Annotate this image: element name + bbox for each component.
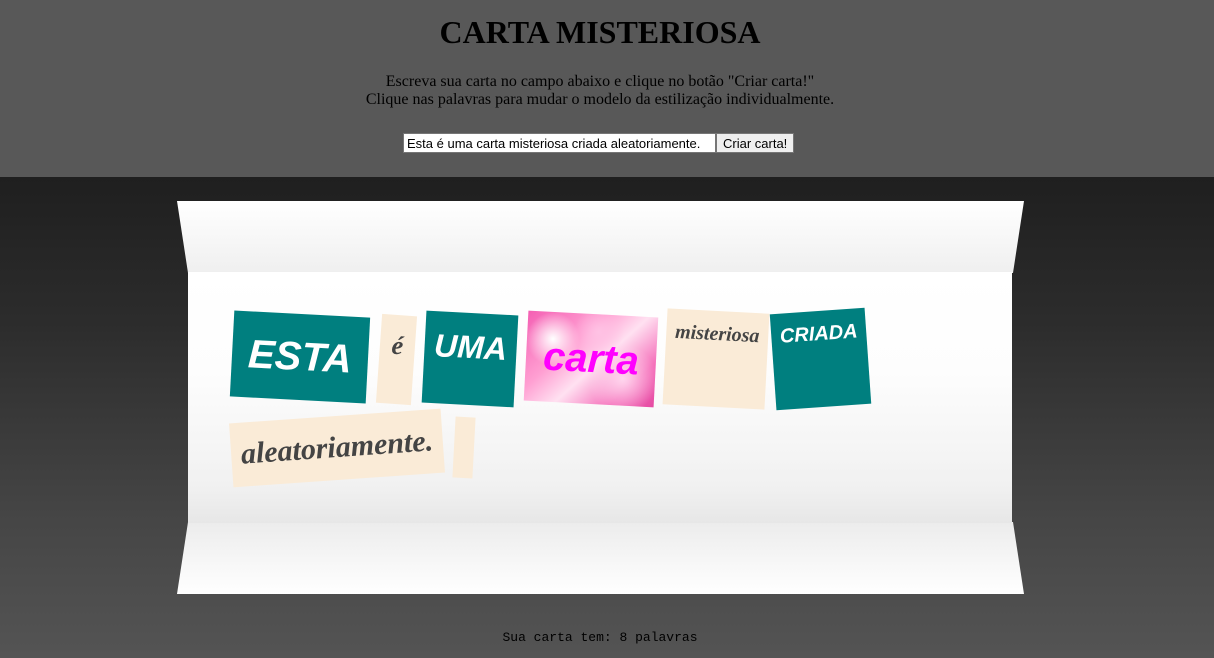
instructions: Escreva sua carta no campo abaixo e cliq… <box>0 73 1200 109</box>
word-esta[interactable]: ESTA <box>229 310 371 404</box>
word-esta-text: ESTA <box>247 331 353 382</box>
header: CARTA MISTERIOSA Escreva sua carta no ca… <box>0 0 1214 177</box>
letter-sheet: ESTA é UMA carta misteriosa CRIADA aleat… <box>188 272 1012 523</box>
word-carta[interactable]: carta <box>523 310 659 408</box>
word-uma[interactable]: UMA <box>421 310 519 408</box>
word-e-text: é <box>390 330 405 361</box>
word-blank[interactable] <box>452 416 476 479</box>
word-aleatoriamente-text: aleatoriamente. <box>239 424 435 471</box>
letter-text-input[interactable] <box>403 133 716 153</box>
word-e[interactable]: é <box>375 313 418 406</box>
word-criada-text: CRIADA <box>779 320 859 348</box>
letter-bottom-flap <box>177 522 1024 594</box>
word-misteriosa[interactable]: misteriosa <box>662 308 770 410</box>
letter-top-flap <box>177 201 1024 273</box>
word-misteriosa-text: misteriosa <box>674 320 761 348</box>
instruction-line-2: Clique nas palavras para mudar o modelo … <box>365 91 835 108</box>
word-carta-text: carta <box>542 334 640 383</box>
word-criada[interactable]: CRIADA <box>769 307 872 411</box>
word-aleatoriamente[interactable]: aleatoriamente. <box>229 408 445 488</box>
letter-form: Criar carta! <box>403 133 795 153</box>
page-title: CARTA MISTERIOSA <box>439 14 761 50</box>
word-uma-text: UMA <box>433 327 508 367</box>
instruction-line-1: Escreva sua carta no campo abaixo e cliq… <box>385 73 815 90</box>
create-letter-button[interactable]: Criar carta! <box>716 133 795 153</box>
word-count: Sua carta tem: 8 palavras <box>502 630 698 645</box>
